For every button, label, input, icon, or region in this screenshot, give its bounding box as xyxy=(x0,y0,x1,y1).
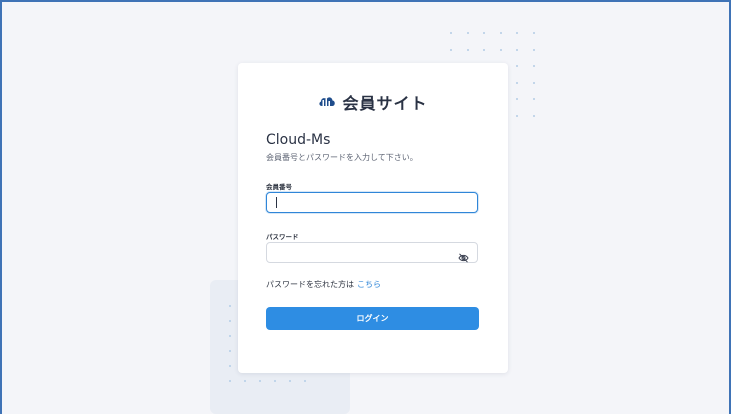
login-button[interactable]: ログイン xyxy=(266,307,479,330)
login-instructions: 会員番号とパスワードを入力して下さい。 xyxy=(266,153,418,162)
decor-dot xyxy=(532,32,535,34)
decor-dot xyxy=(499,32,502,34)
login-card: 会員サイト Cloud-Ms 会員番号とパスワードを入力して下さい。 会員番号 … xyxy=(238,63,508,373)
decor-dot xyxy=(532,98,535,100)
decor-dot xyxy=(516,98,518,100)
decor-dot xyxy=(229,380,231,382)
brand-header: 会員サイト xyxy=(238,90,508,114)
site-title: 会員サイト xyxy=(342,94,428,113)
cloud-logo-icon xyxy=(318,93,336,112)
decor-dot xyxy=(516,48,518,51)
decor-dot xyxy=(532,65,535,67)
member-id-label: 会員番号 xyxy=(266,183,292,191)
decor-dot xyxy=(274,380,276,382)
decor-dot xyxy=(483,48,485,51)
decor-dot xyxy=(244,380,246,382)
forgot-password-text: パスワードを忘れた方は xyxy=(266,280,354,289)
decor-dot xyxy=(450,48,452,51)
password-label: パスワード xyxy=(266,233,299,241)
decor-dot xyxy=(466,32,469,34)
decor-dot xyxy=(516,65,518,67)
decor-dot xyxy=(259,380,261,382)
decor-dot xyxy=(532,114,535,117)
decor-dot xyxy=(516,81,518,84)
decor-dot xyxy=(532,48,535,51)
forgot-password-link[interactable]: こちら xyxy=(357,280,381,289)
member-id-input[interactable] xyxy=(266,192,478,213)
password-input[interactable] xyxy=(266,242,478,263)
decor-dot xyxy=(229,305,231,307)
decor-dot xyxy=(466,48,469,51)
decor-dot xyxy=(516,32,518,34)
decor-dot xyxy=(229,335,231,337)
forgot-password: パスワードを忘れた方は こちら xyxy=(266,279,381,290)
decor-dot xyxy=(483,32,485,34)
decor-dot xyxy=(229,350,231,352)
login-heading: Cloud-Ms xyxy=(266,132,331,148)
decor-dot xyxy=(499,48,502,51)
decor-dot xyxy=(229,320,231,322)
decor-dot xyxy=(289,380,291,382)
decor-dot xyxy=(516,114,518,117)
decor-dot xyxy=(304,380,306,382)
text-cursor xyxy=(276,197,277,208)
decor-dot xyxy=(229,365,231,367)
decor-dot xyxy=(450,32,452,34)
eye-slash-icon[interactable] xyxy=(458,248,469,267)
decor-dot xyxy=(532,81,535,84)
